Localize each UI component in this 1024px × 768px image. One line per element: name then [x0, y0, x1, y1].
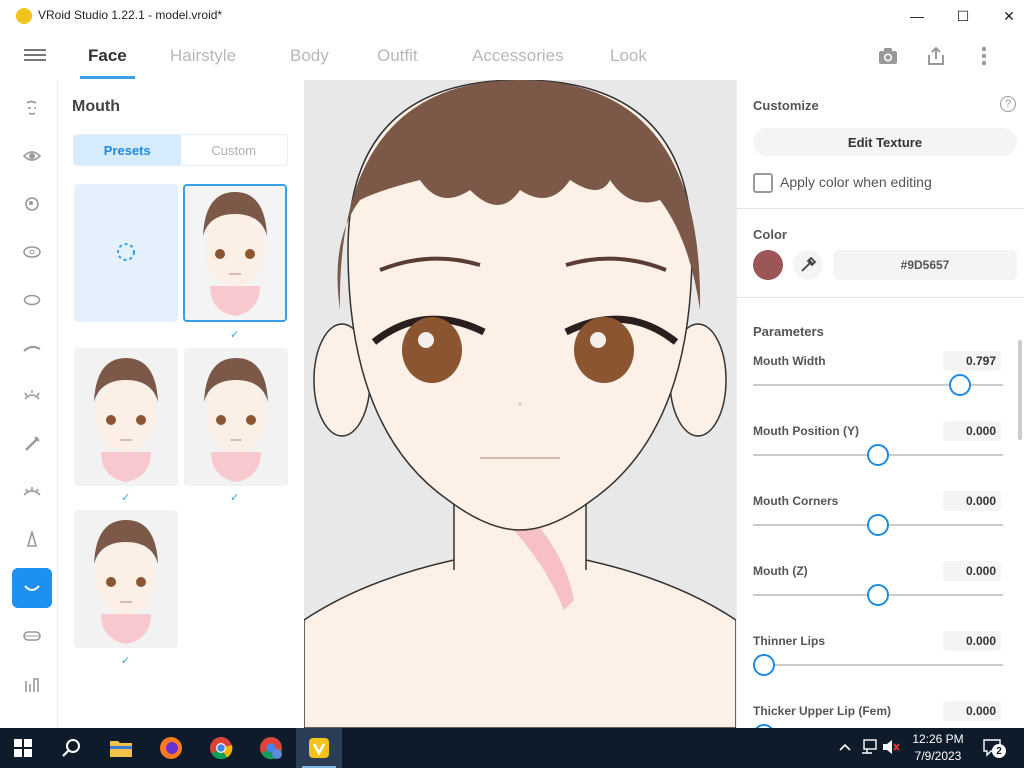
- customize-title: Customize: [753, 98, 819, 113]
- tab-look[interactable]: Look: [610, 32, 647, 80]
- help-icon[interactable]: ?: [1000, 96, 1016, 112]
- tab-outfit[interactable]: Outfit: [377, 32, 418, 80]
- param-slider-knob[interactable]: [867, 584, 889, 606]
- tab-body[interactable]: Body: [290, 32, 329, 80]
- eyelash-icon[interactable]: [12, 376, 52, 416]
- face-outline-icon[interactable]: [12, 88, 52, 128]
- eye-icon[interactable]: [12, 136, 52, 176]
- title-bar: VRoid Studio 1.22.1 - model.vroid* — ☐ ✕: [0, 0, 1024, 32]
- tab-face[interactable]: Face: [80, 32, 135, 80]
- preset-thumbnail[interactable]: [74, 510, 178, 648]
- notification-count: 2: [992, 744, 1006, 758]
- clock-time: 12:26 PM: [912, 732, 964, 746]
- window-title: VRoid Studio 1.22.1 - model.vroid*: [38, 8, 223, 22]
- new-preset-tile[interactable]: [74, 184, 178, 322]
- eyebrow-icon[interactable]: [12, 328, 52, 368]
- selected-check-icon: ✓: [121, 655, 131, 667]
- main-nav: Face Hairstyle Body Outfit Accessories L…: [0, 32, 1024, 80]
- color-title: Color: [753, 227, 787, 242]
- param-value-input[interactable]: 0.000: [943, 561, 1001, 581]
- system-clock[interactable]: 12:26 PM 7/9/2023: [906, 731, 970, 765]
- vroid-taskbar-icon[interactable]: [296, 728, 342, 768]
- chrome-profile-icon[interactable]: [248, 728, 294, 768]
- param-label: Thinner Lips: [753, 634, 825, 648]
- eyeline-icon[interactable]: [12, 424, 52, 464]
- param-label: Mouth Width: [753, 354, 826, 368]
- param-value-input[interactable]: 0.000: [943, 491, 1001, 511]
- mouth-presets-panel: Mouth Presets Custom ✓ ✓ ✓ ✓: [58, 80, 304, 728]
- app-window: VRoid Studio 1.22.1 - model.vroid* — ☐ ✕…: [0, 0, 1024, 728]
- param-value-input[interactable]: 0.000: [943, 421, 1001, 441]
- color-swatch[interactable]: [753, 250, 783, 280]
- vroid-app-icon: [16, 8, 32, 24]
- notification-center-icon[interactable]: 2: [982, 738, 1006, 758]
- param-slider-knob[interactable]: [867, 444, 889, 466]
- presets-custom-toggle: Presets Custom: [73, 134, 288, 166]
- model-viewport[interactable]: [304, 80, 736, 728]
- eye-shape-icon[interactable]: [12, 280, 52, 320]
- windows-taskbar: 12:26 PM 7/9/2023 2: [0, 728, 1024, 768]
- face-category-rail: [0, 80, 58, 728]
- teeth-icon[interactable]: [12, 616, 52, 656]
- start-button-icon[interactable]: [0, 728, 46, 768]
- param-slider-knob[interactable]: [949, 374, 972, 396]
- iris-icon[interactable]: [12, 184, 52, 224]
- camera-icon[interactable]: [876, 44, 900, 68]
- param-value-input[interactable]: 0.797: [943, 351, 1001, 371]
- param-slider-knob[interactable]: [867, 514, 889, 536]
- ear-icon[interactable]: [12, 664, 52, 704]
- custom-tab[interactable]: Custom: [180, 135, 287, 165]
- param-label: Mouth Position (Y): [753, 424, 859, 438]
- divider: [737, 208, 1024, 209]
- param-label: Mouth Corners: [753, 494, 839, 508]
- param-value-input[interactable]: 0.000: [943, 701, 1001, 721]
- panel-scrollbar[interactable]: [1018, 340, 1022, 440]
- param-slider-track[interactable]: [753, 664, 1003, 666]
- volume-muted-icon[interactable]: [882, 739, 900, 760]
- file-explorer-icon[interactable]: [98, 728, 144, 768]
- eyelid-icon[interactable]: [12, 472, 52, 512]
- edit-texture-button[interactable]: Edit Texture: [753, 128, 1017, 156]
- maximize-button[interactable]: ☐: [940, 0, 986, 32]
- properties-panel: Customize ? Edit Texture Apply color whe…: [736, 80, 1024, 728]
- panel-title: Mouth: [72, 98, 120, 115]
- eye-white-icon[interactable]: [12, 232, 52, 272]
- param-label: Mouth (Z): [753, 564, 808, 578]
- apply-color-checkbox[interactable]: [753, 173, 773, 193]
- network-icon[interactable]: [860, 739, 878, 760]
- selected-check-icon: ✓: [230, 329, 240, 341]
- more-options-icon[interactable]: [972, 44, 996, 68]
- minimize-button[interactable]: —: [894, 0, 940, 32]
- selected-check-icon: ✓: [230, 492, 240, 504]
- divider: [737, 297, 1024, 298]
- preset-thumbnail[interactable]: [184, 348, 288, 486]
- hamburger-menu-icon[interactable]: [24, 46, 46, 64]
- preset-thumbnail[interactable]: [183, 184, 287, 322]
- selected-check-icon: ✓: [121, 492, 131, 504]
- preset-thumbnail[interactable]: [74, 348, 178, 486]
- color-hex-input[interactable]: #9D5657: [833, 250, 1017, 280]
- tab-hairstyle[interactable]: Hairstyle: [170, 32, 236, 80]
- mouth-icon[interactable]: [12, 568, 52, 608]
- chrome-icon[interactable]: [198, 728, 244, 768]
- chevron-up-icon[interactable]: [838, 740, 852, 759]
- presets-tab[interactable]: Presets: [74, 135, 181, 165]
- param-value-input[interactable]: 0.000: [943, 631, 1001, 651]
- export-icon[interactable]: [924, 44, 948, 68]
- apply-color-label: Apply color when editing: [780, 174, 932, 190]
- parameters-title: Parameters: [753, 324, 824, 339]
- close-button[interactable]: ✕: [986, 0, 1024, 32]
- eyedropper-icon[interactable]: [793, 250, 823, 280]
- firefox-icon[interactable]: [148, 728, 194, 768]
- nose-icon[interactable]: [12, 520, 52, 560]
- search-icon[interactable]: [48, 728, 94, 768]
- clock-date: 7/9/2023: [914, 749, 962, 763]
- tab-accessories[interactable]: Accessories: [472, 32, 564, 80]
- param-slider-knob[interactable]: [753, 654, 775, 676]
- param-label: Thicker Upper Lip (Fem): [753, 704, 892, 718]
